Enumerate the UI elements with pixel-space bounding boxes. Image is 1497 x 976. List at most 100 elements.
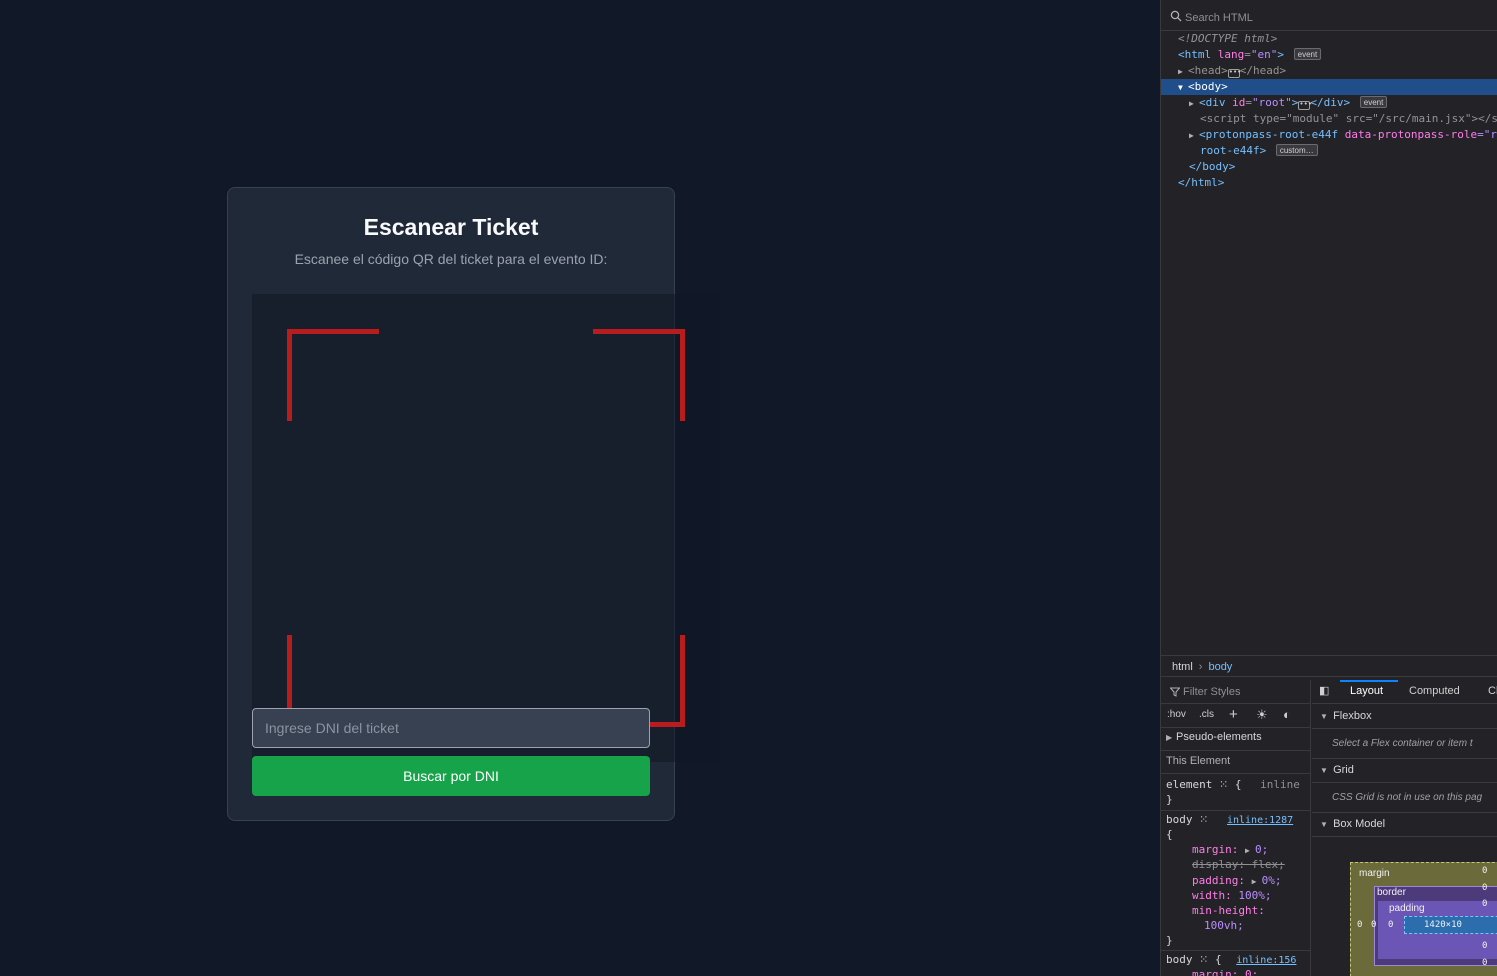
prop-width: width:: [1192, 889, 1232, 902]
hov-toggle[interactable]: :hov: [1167, 709, 1186, 720]
val-width: 100%;: [1238, 889, 1272, 902]
open-brace: {: [1214, 953, 1222, 966]
content-size: 1420×10: [1424, 920, 1462, 930]
protonpass-tag: <protonpass-root-e44f: [1199, 128, 1339, 141]
body-rule-header[interactable]: body ⁙ inline:1287: [1166, 813, 1293, 826]
cls-toggle[interactable]: .cls: [1199, 709, 1214, 720]
filter-styles-input[interactable]: [1183, 683, 1303, 701]
html-search-input[interactable]: [1185, 8, 1485, 28]
expand-arrow-icon: ▶: [1166, 733, 1173, 742]
tree-node-head[interactable]: ▶ <head>•••</head>: [1178, 63, 1286, 79]
decl-display-overridden[interactable]: display: flex;: [1192, 858, 1285, 871]
flexbox-header[interactable]: ▼ Flexbox: [1320, 710, 1372, 722]
body-selector: body: [1166, 813, 1193, 826]
filter-icon: [1170, 687, 1180, 697]
padding-left-value[interactable]: 0: [1388, 920, 1393, 930]
head-close: </head>: [1239, 64, 1287, 77]
dark-mode-icon[interactable]: ◐: [1283, 707, 1291, 722]
breadcrumb-body[interactable]: body: [1208, 661, 1232, 673]
div-id-val: "root": [1252, 96, 1292, 109]
margin-left-value[interactable]: 0: [1357, 920, 1362, 930]
open-brace: {: [1166, 828, 1173, 841]
expand-arrow-icon[interactable]: ▶: [1252, 877, 1262, 886]
border-bottom-value[interactable]: 0: [1482, 958, 1487, 968]
tab-computed[interactable]: Computed: [1409, 685, 1460, 697]
protonpass-line2: root-e44f>: [1200, 144, 1267, 157]
flexbox-note: Select a Flex container or item t: [1332, 738, 1473, 749]
border-left-value[interactable]: 0: [1371, 920, 1376, 930]
light-mode-icon[interactable]: ☀: [1256, 707, 1268, 723]
tree-node-html[interactable]: <html lang="en"> event: [1178, 47, 1322, 63]
expand-arrow-icon[interactable]: ▶: [1245, 846, 1255, 855]
element-rule[interactable]: element ⁙ { inline: [1166, 778, 1300, 791]
tree-node-protonpass[interactable]: ▶ <protonpass-root-e44f data-protonpass-r…: [1189, 127, 1497, 143]
pseudo-elements-label: Pseudo-elements: [1176, 731, 1262, 743]
grid-header[interactable]: ▼ Grid: [1320, 764, 1354, 776]
val-margin: 0;: [1254, 843, 1269, 856]
filter-styles-bar: [1161, 680, 1311, 704]
source-link[interactable]: inline:1287: [1227, 815, 1293, 826]
tab-changes[interactable]: Cl: [1488, 685, 1497, 697]
decl-padding[interactable]: padding: ▶ 0%;: [1192, 874, 1281, 887]
decl-min-height[interactable]: min-height:: [1192, 904, 1265, 917]
doctype-text: <!DOCTYPE html>: [1178, 32, 1278, 45]
close-brace: }: [1166, 793, 1173, 806]
margin-label: margin: [1359, 868, 1390, 879]
box-model-label: Box Model: [1333, 818, 1386, 830]
expand-arrow-icon[interactable]: ▶: [1189, 96, 1199, 112]
devtools-panel: <!DOCTYPE html> <html lang="en"> event ▶…: [1160, 0, 1497, 976]
box-model-header[interactable]: ▼ Box Model: [1320, 818, 1385, 830]
chevron-right-icon: ›: [1198, 661, 1203, 673]
padding-top-value[interactable]: 0: [1482, 899, 1487, 909]
pseudo-elements-header[interactable]: ▶ Pseudo-elements: [1166, 731, 1262, 743]
tab-layout[interactable]: Layout: [1350, 685, 1383, 697]
event-badge[interactable]: event: [1359, 96, 1388, 108]
ellipsis-icon[interactable]: •••: [1227, 69, 1241, 78]
collapse-arrow-icon: ▼: [1320, 766, 1328, 775]
ellipsis-icon[interactable]: •••: [1298, 101, 1312, 110]
body-rule-2-header[interactable]: body ⁙ { inline:156: [1166, 953, 1296, 966]
decl-margin-2[interactable]: margin: 0;: [1192, 968, 1258, 976]
decl-margin[interactable]: margin: ▶ 0;: [1192, 843, 1268, 856]
source-link[interactable]: inline:156: [1236, 955, 1296, 966]
decl-width[interactable]: width: 100%;: [1192, 889, 1272, 902]
add-rule-icon[interactable]: +: [1229, 706, 1238, 723]
val-min-height: 100vh;: [1204, 919, 1244, 932]
val-padding: 0%;: [1261, 874, 1282, 887]
dni-input[interactable]: [252, 708, 650, 748]
tree-node-div-root[interactable]: ▶ <div id="root">•••</div> event: [1189, 95, 1388, 112]
margin-top-value[interactable]: 0: [1482, 866, 1487, 876]
html-lang-attr: lang: [1217, 48, 1245, 61]
tree-node-doctype[interactable]: <!DOCTYPE html>: [1178, 31, 1277, 47]
div-id-attr: id: [1232, 96, 1246, 109]
active-tab-indicator: [1340, 680, 1398, 682]
custom-badge[interactable]: custom…: [1275, 144, 1318, 156]
layout-tabs: ◧ Layout Computed Cl: [1312, 680, 1497, 704]
prop-margin-2: margin: 0;: [1192, 968, 1259, 976]
event-badge[interactable]: event: [1293, 48, 1322, 60]
scan-corner-top-left-h: [287, 329, 379, 334]
div-gt: >: [1291, 96, 1299, 109]
html-tag: <html: [1178, 48, 1212, 61]
toggle-sidebar-icon[interactable]: ◧: [1319, 684, 1329, 697]
padding-bottom-value[interactable]: 0: [1482, 941, 1487, 951]
expand-arrow-icon[interactable]: ▶: [1189, 128, 1199, 144]
layout-pane: ◧ Layout Computed Cl ▼ Flexbox Select a …: [1312, 680, 1497, 976]
element-inline: inline: [1260, 778, 1300, 791]
decl-min-height-value: 100vh;: [1204, 919, 1244, 932]
rules-pane: :hov .cls + ☀ ◐ ▶Pseudo-elements This El…: [1161, 680, 1311, 976]
tree-node-script[interactable]: <script type="module" src="/src/main.jsx…: [1200, 111, 1497, 127]
collapse-arrow-icon[interactable]: ▼: [1178, 80, 1188, 96]
html-close-bracket: >: [1277, 48, 1284, 61]
tree-node-protonpass-cont: root-e44f> custom…: [1200, 143, 1318, 159]
breadcrumb-html[interactable]: html: [1172, 661, 1193, 673]
expand-arrow-icon[interactable]: ▶: [1178, 64, 1188, 80]
html-lang-val: "en": [1250, 48, 1278, 61]
border-top-value[interactable]: 0: [1482, 883, 1487, 893]
div-tag: <div: [1199, 96, 1226, 109]
html-search-bar: [1161, 5, 1497, 31]
search-by-dni-button[interactable]: Buscar por DNI: [252, 756, 650, 796]
tree-node-body-selected[interactable]: ▼ <body>: [1161, 79, 1497, 95]
body-selector: body: [1166, 953, 1193, 966]
scan-corner-top-left-v: [287, 329, 292, 421]
